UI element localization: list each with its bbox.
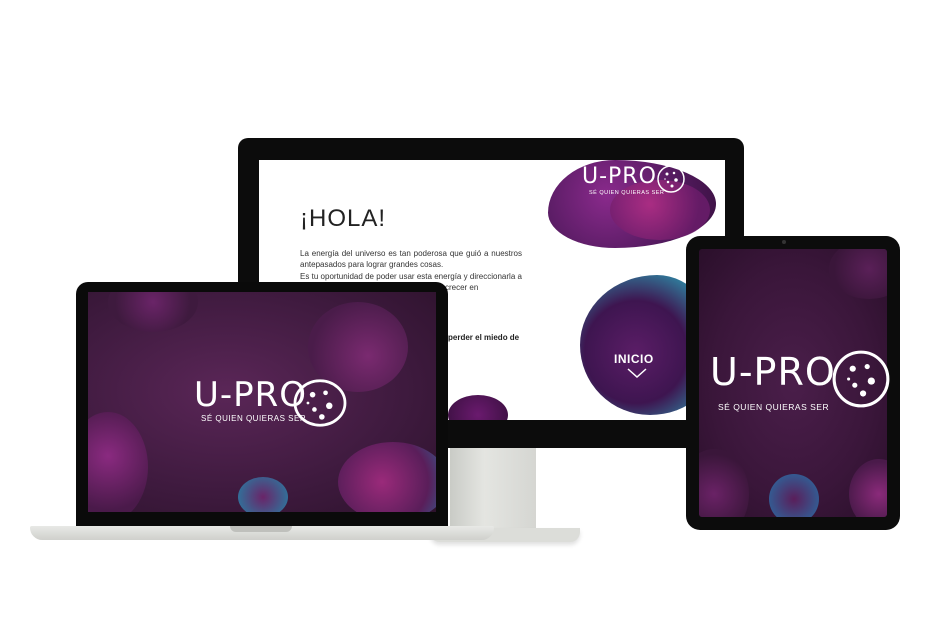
page-title: ¡HOLA! <box>300 205 387 232</box>
intro-paragraph-1: La energía del universo es tan poderosa … <box>300 249 522 269</box>
chevron-down-icon[interactable] <box>627 368 647 378</box>
brand-slogan: SÉ QUIEN QUIERAS SER <box>589 190 665 196</box>
cookie-badge-icon <box>657 165 685 193</box>
decorative-blob <box>238 477 288 512</box>
inicio-button[interactable]: INICIO <box>614 352 654 366</box>
brand-logo: U-PRO <box>194 375 308 415</box>
brand-slogan: SÉ QUIEN QUIERAS SER <box>718 402 830 412</box>
decorative-blob <box>829 249 887 299</box>
brand-slogan: SÉ QUIEN QUIERAS SER <box>201 414 307 423</box>
decorative-blob <box>338 442 436 512</box>
monitor-stand <box>450 448 536 536</box>
cookie-badge-icon <box>293 379 347 427</box>
brand-logo: U-PRO <box>710 350 836 394</box>
decorative-blob <box>108 292 198 332</box>
intro-bold-line: perder el miedo de <box>448 333 520 342</box>
cookie-badge-icon <box>832 350 890 408</box>
tablet-camera <box>782 240 786 244</box>
laptop-notch <box>230 526 292 532</box>
decorative-blob <box>849 459 887 517</box>
decorative-blob <box>699 449 749 517</box>
decorative-blob <box>769 474 819 517</box>
decorative-blob <box>88 412 148 512</box>
brand-logo: U-PRO <box>582 164 657 189</box>
